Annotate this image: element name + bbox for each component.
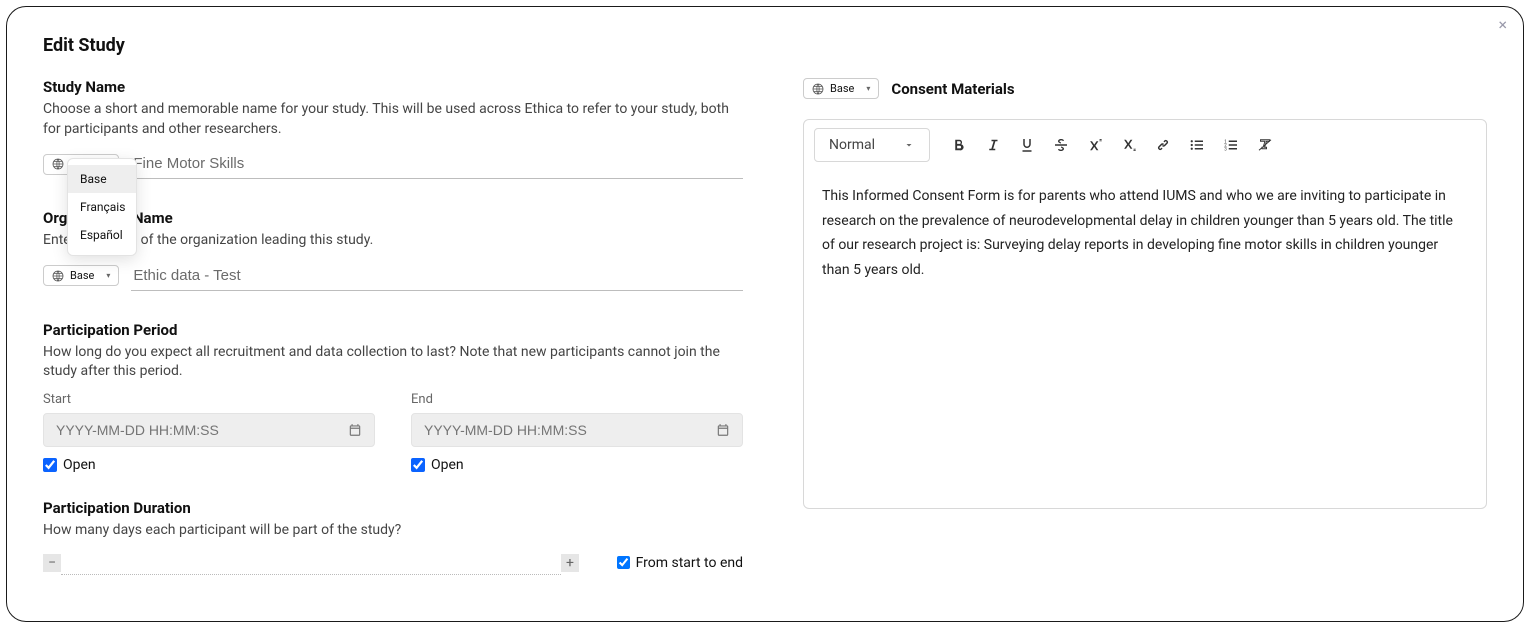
rich-text-editor: Normal 123 This Informed Consent Form is… — [803, 119, 1487, 509]
end-date-col: End Open — [411, 392, 743, 473]
edit-study-modal: × Edit Study Study Name Choose a short a… — [6, 6, 1524, 622]
superscript-button[interactable] — [1080, 130, 1110, 160]
participation-period-help: How long do you expect all recruitment a… — [43, 343, 743, 382]
svg-text:3: 3 — [1224, 146, 1227, 152]
from-start-to-end-checkbox[interactable] — [617, 556, 630, 569]
globe-icon — [52, 158, 64, 170]
from-start-to-end-row[interactable]: From start to end — [617, 555, 743, 571]
end-date-input-wrap[interactable] — [411, 413, 743, 447]
chevron-down-icon — [903, 139, 915, 151]
start-date-input[interactable] — [56, 422, 348, 438]
participation-duration-help: How many days each participant will be p… — [43, 521, 743, 541]
lang-picker-consent[interactable]: Base ▾ — [803, 78, 879, 99]
chevron-down-icon: ▾ — [866, 84, 870, 93]
italic-button[interactable] — [978, 130, 1008, 160]
end-date-input[interactable] — [424, 422, 716, 438]
right-column: Base ▾ Consent Materials Normal — [803, 78, 1487, 575]
end-open-row[interactable]: Open — [411, 457, 743, 473]
study-name-help: Choose a short and memorable name for yo… — [43, 100, 743, 139]
start-date-col: Start Open — [43, 392, 375, 473]
clear-format-button[interactable] — [1250, 130, 1280, 160]
format-select-value: Normal — [829, 137, 875, 153]
from-start-to-end-label: From start to end — [636, 555, 743, 571]
end-open-label: Open — [431, 457, 464, 473]
lang-dropdown[interactable]: Base Français Español — [67, 158, 137, 256]
close-icon[interactable]: × — [1498, 17, 1507, 33]
numbered-list-button[interactable]: 123 — [1216, 130, 1246, 160]
end-open-checkbox[interactable] — [411, 458, 425, 472]
globe-icon — [812, 83, 824, 95]
bullet-list-button[interactable] — [1182, 130, 1212, 160]
study-name-label: Study Name — [43, 78, 743, 96]
end-label: End — [411, 392, 743, 407]
subscript-button[interactable] — [1114, 130, 1144, 160]
participation-duration-label: Participation Duration — [43, 499, 743, 517]
lang-option-espanol[interactable]: Español — [68, 221, 136, 249]
consent-body[interactable]: This Informed Consent Form is for parent… — [814, 172, 1476, 508]
underline-button[interactable] — [1012, 130, 1042, 160]
duration-increment-button[interactable]: + — [561, 554, 579, 572]
lang-option-francais[interactable]: Français — [68, 193, 136, 221]
duration-decrement-button[interactable]: − — [43, 554, 61, 572]
left-column: Study Name Choose a short and memorable … — [43, 78, 743, 575]
participation-period-section: Participation Period How long do you exp… — [43, 321, 743, 473]
start-date-input-wrap[interactable] — [43, 413, 375, 447]
start-open-row[interactable]: Open — [43, 457, 375, 473]
lang-picker-value: Base — [830, 82, 854, 95]
editor-toolbar: Normal 123 — [814, 128, 1476, 172]
modal-columns: Study Name Choose a short and memorable … — [43, 78, 1487, 575]
duration-input[interactable] — [61, 551, 561, 575]
org-name-section: Organization Name Enter the name of the … — [43, 209, 743, 291]
globe-icon — [52, 270, 64, 282]
participation-duration-section: Participation Duration How many days eac… — [43, 499, 743, 575]
start-open-checkbox[interactable] — [43, 458, 57, 472]
consent-header: Base ▾ Consent Materials — [803, 78, 1487, 99]
consent-title: Consent Materials — [891, 80, 1014, 98]
org-name-help: Enter the name of the organization leadi… — [43, 231, 743, 251]
lang-picker-value: Base — [70, 269, 94, 282]
calendar-icon — [716, 423, 730, 437]
format-select[interactable]: Normal — [814, 128, 930, 162]
bold-button[interactable] — [944, 130, 974, 160]
chevron-down-icon: ▾ — [106, 271, 110, 280]
participation-period-label: Participation Period — [43, 321, 743, 339]
study-name-input[interactable] — [131, 149, 743, 179]
lang-picker-org-name[interactable]: Base ▾ — [43, 265, 119, 286]
org-name-input[interactable] — [131, 261, 743, 291]
lang-option-base[interactable]: Base — [68, 165, 136, 193]
start-label: Start — [43, 392, 375, 407]
study-name-section: Study Name Choose a short and memorable … — [43, 78, 743, 179]
modal-title: Edit Study — [43, 35, 1487, 56]
start-open-label: Open — [63, 457, 96, 473]
org-name-label: Organization Name — [43, 209, 743, 227]
strikethrough-button[interactable] — [1046, 130, 1076, 160]
link-button[interactable] — [1148, 130, 1178, 160]
calendar-icon — [348, 423, 362, 437]
